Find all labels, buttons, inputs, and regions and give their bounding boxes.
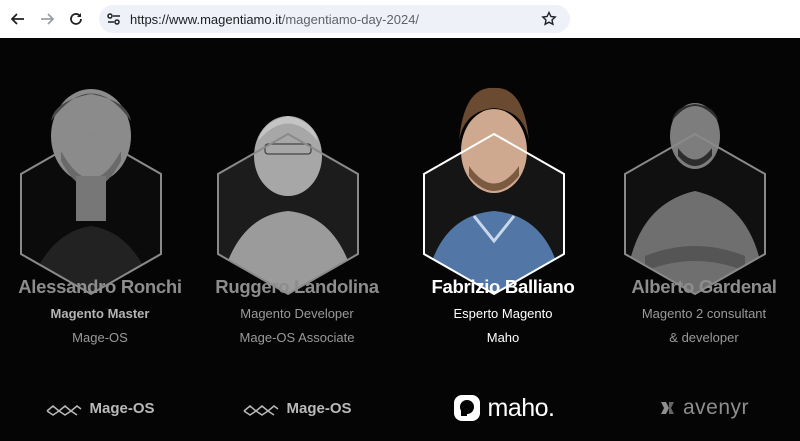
forward-button[interactable] (36, 8, 58, 30)
company-logo: Mage-OS (197, 392, 397, 424)
logo-text: avenyr (682, 396, 750, 419)
back-arrow-icon (10, 13, 24, 25)
company-logo: avenyr (604, 392, 800, 424)
logo-text: Mage-OS (89, 399, 155, 417)
speaker-role: Esperto Magento (453, 306, 553, 321)
url-host: https://www.magentiamo.it (130, 12, 282, 27)
tune-icon[interactable] (106, 11, 122, 27)
logo-text: maho. (487, 393, 555, 422)
mage-os-logo-icon (244, 405, 279, 416)
avenyr-logo-icon (660, 402, 674, 414)
speaker-company: & developer (669, 330, 739, 345)
speaker-name: Alberto Gardenal (631, 276, 777, 297)
star-icon[interactable] (541, 11, 557, 27)
speaker-company: Maho (486, 330, 520, 345)
speaker-portrait (16, 66, 166, 296)
speaker-portrait (620, 66, 770, 296)
speaker-portrait (419, 66, 569, 296)
speaker-name: Alessandro Ronchi (18, 276, 182, 297)
mage-os-logo-icon (47, 405, 82, 416)
speaker-company: Mage-OS (72, 330, 128, 345)
logo-text: Mage-OS (286, 399, 352, 417)
speaker-card: Fabrizio Balliano Esperto Magento Maho m… (403, 38, 603, 441)
company-logo: Mage-OS (0, 392, 200, 424)
speaker-name: Ruggero Landolina (215, 276, 379, 297)
speaker-card: Ruggero Landolina Magento Developer Mage… (197, 38, 397, 441)
speaker-card: Alessandro Ronchi Magento Master Mage-OS… (0, 38, 200, 441)
speaker-card: Alberto Gardenal Magento 2 consultant & … (604, 38, 800, 441)
reload-button[interactable] (65, 8, 87, 30)
maho-logo-icon (453, 395, 480, 421)
speakers-section: Alessandro Ronchi Magento Master Mage-OS… (0, 38, 800, 441)
url-text: https://www.magentiamo.it/magentiamo-day… (130, 12, 419, 27)
url-path: /magentiamo-day-2024/ (281, 12, 420, 27)
forward-arrow-icon (41, 13, 55, 25)
speaker-portrait (213, 66, 363, 296)
company-logo: maho. (403, 392, 603, 424)
speaker-role: Magento 2 consultant (641, 306, 767, 321)
speaker-role: Magento Master (50, 306, 150, 321)
back-button[interactable] (7, 8, 29, 30)
reload-icon (70, 13, 82, 25)
browser-toolbar: https://www.magentiamo.it/magentiamo-day… (0, 0, 800, 38)
speaker-company: Mage-OS Associate (239, 330, 355, 345)
speaker-role: Magento Developer (240, 306, 354, 321)
speaker-name: Fabrizio Balliano (431, 276, 575, 297)
address-bar[interactable]: https://www.magentiamo.it/magentiamo-day… (99, 5, 570, 33)
